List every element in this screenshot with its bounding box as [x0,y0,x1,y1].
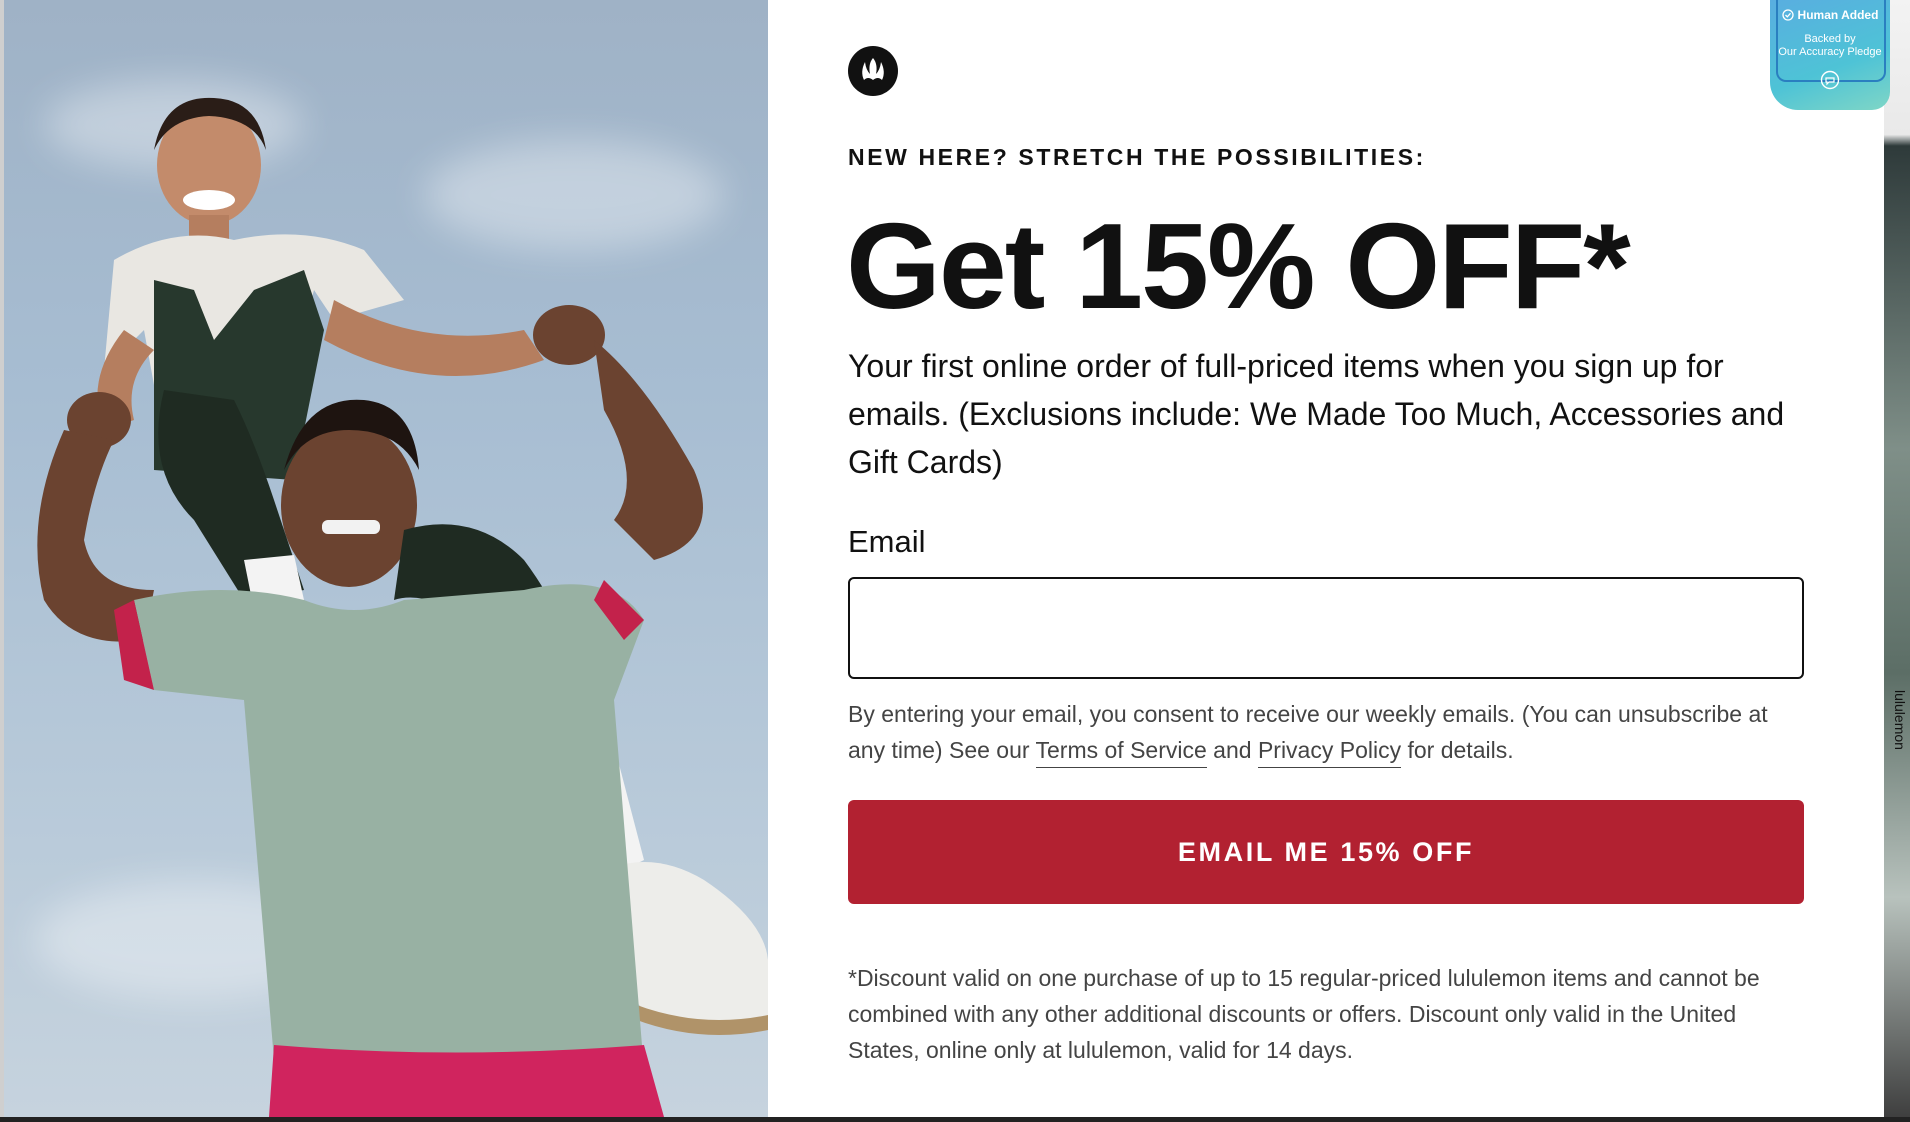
badge-title: Human Added [1797,8,1879,22]
check-circle-icon [1781,9,1794,21]
badge-title-row: Human Added [1770,8,1890,22]
consent-and: and [1213,737,1252,763]
email-me-discount-button[interactable]: EMAIL ME 15% OFF [848,800,1804,904]
discount-fine-print: *Discount valid on one purchase of up to… [848,965,1760,1063]
promo-headline: Get 15% OFF* [846,198,1631,334]
hero-image [4,0,768,1117]
background-side-text: lululemon [1892,690,1908,750]
badge-subtitle: Backed by Our Accuracy Pledge [1770,33,1890,59]
email-input[interactable] [848,577,1804,679]
terms-of-service-link[interactable]: Terms of Service [1035,737,1207,768]
background-page-bottom [0,1117,1910,1122]
privacy-policy-link[interactable]: Privacy Policy [1257,737,1402,768]
promo-description: Your first online order of full-priced i… [848,348,1785,480]
consent-text: By entering your email, you consent to r… [848,696,1808,768]
badge-line-1: Backed by [1804,33,1856,45]
signup-modal: NEW HERE? STRETCH THE POSSIBILITIES: Get… [4,0,1884,1117]
lululemon-logo-icon [848,46,898,96]
promo-eyebrow: NEW HERE? STRETCH THE POSSIBILITIES: [848,144,1426,170]
email-label: Email [848,524,926,559]
signup-content: NEW HERE? STRETCH THE POSSIBILITIES: Get… [768,0,1884,1117]
consent-suffix: for details. [1407,737,1514,763]
badge-line-2: Our Accuracy Pledge [1778,46,1882,58]
background-page-right [1884,0,1910,1122]
accuracy-badge[interactable]: Human Added Backed by Our Accuracy Pledg… [1770,0,1890,110]
chat-bubble-icon[interactable] [1820,70,1840,90]
